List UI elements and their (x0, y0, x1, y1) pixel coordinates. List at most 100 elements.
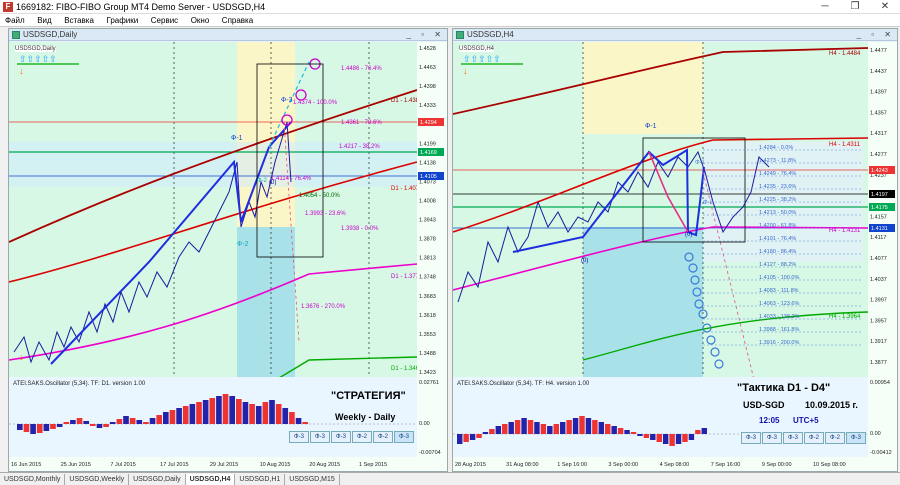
osc-bar (598, 422, 605, 434)
osc-bar (169, 410, 176, 424)
tab-h1[interactable]: USDSGD,H1 (235, 474, 286, 485)
wave-button[interactable]: Ф-3 (846, 432, 866, 444)
price-chart[interactable]: 1.4284 - 0.0% 1.4273 - 11.8% 1.4249 - 76.4… (453, 42, 897, 471)
price-tick: 1.4008 (419, 198, 436, 204)
fib-label: 1.4225 - 38.2% (759, 197, 796, 203)
menu-view[interactable]: Вид (32, 14, 56, 27)
menu-insert[interactable]: Вставка (59, 14, 99, 27)
menu-file[interactable]: Файл (0, 14, 30, 27)
price-tick: 1.4077 (870, 256, 887, 262)
osc-bar (514, 420, 521, 434)
wave-button[interactable]: Ф-3 (741, 432, 761, 444)
minimize-button[interactable]: ─ (810, 0, 840, 14)
chart-icon (12, 31, 20, 39)
wave-button[interactable]: Ф-2 (825, 432, 845, 444)
osc-bar (156, 415, 162, 424)
osc-bar (624, 430, 630, 434)
osc-bar (149, 418, 156, 424)
osc-bar (209, 398, 216, 424)
svg-text:1.4294: 1.4294 (420, 120, 437, 126)
fib-label: 1.4180 - 86.4% (759, 249, 796, 255)
price-tick: 1.4397 (870, 90, 887, 96)
wave-button[interactable]: Ф-3 (310, 431, 330, 443)
osc-bar (643, 434, 650, 438)
osc-bar (682, 434, 688, 442)
tab-m15[interactable]: USDSGD,M15 (285, 474, 340, 485)
price-tick: 1.3813 (419, 256, 436, 262)
date-tick: 20 Aug 2015 (309, 462, 340, 468)
wave-button[interactable]: Ф-2 (352, 431, 372, 443)
osc-bar (216, 396, 222, 424)
window-controls[interactable]: _ ▫ ✕ (407, 29, 445, 41)
close-button[interactable]: ✕ (870, 0, 900, 14)
svg-text:1.4105: 1.4105 (420, 174, 437, 180)
osc-bar (572, 418, 579, 434)
svg-text:⇧⇧⇧⇧⇧: ⇧⇧⇧⇧⇧ (463, 54, 501, 64)
osc-tick: 0.00 (419, 421, 430, 427)
menu-tools[interactable]: Сервис (146, 14, 183, 27)
osc-bar (592, 420, 598, 434)
svg-text:1.4169: 1.4169 (420, 150, 437, 156)
svg-text:1.4486 - 76.4%: 1.4486 - 76.4% (341, 66, 382, 72)
price-tick: 1.4138 (419, 160, 436, 166)
osc-bar (534, 422, 540, 434)
wave-button[interactable]: Ф-3 (394, 431, 414, 443)
osc-bar (463, 434, 469, 442)
menu-help[interactable]: Справка (217, 14, 258, 27)
svg-text:1.4131: 1.4131 (871, 226, 888, 232)
price-tick: 1.4277 (870, 152, 887, 158)
wave-button[interactable]: Ф-3 (331, 431, 351, 443)
chart-icon (456, 31, 464, 39)
date-tick: 1 Sep 16:00 (557, 462, 587, 468)
price-tick: 1.3423 (419, 370, 436, 376)
window-controls[interactable]: _ ▫ ✕ (857, 29, 895, 41)
osc-bar (136, 420, 143, 424)
oscillator-label: ATEI.SAKS.Oscillator (5,34). TF: H4. ver… (457, 381, 590, 387)
svg-text:1.4243: 1.4243 (871, 168, 888, 174)
svg-text:1.3938 - 0.0%: 1.3938 - 0.0% (341, 226, 379, 232)
svg-text:Ф-1: Ф-1 (231, 135, 243, 142)
tactic-title: "Тактика D1 - D4" (737, 382, 831, 394)
menu-charts[interactable]: Графики (101, 14, 143, 27)
fib-label: 1.4213 - 50.0% (759, 210, 796, 216)
date-tick: 10 Aug 2015 (260, 462, 291, 468)
osc-bar (476, 434, 482, 438)
osc-bar (611, 426, 617, 434)
chart-window-h4[interactable]: USDSGD,H4 _ ▫ ✕ 1.4284 - 0.0% 1.4273 - 11.… (452, 28, 898, 472)
svg-text:H4 - 1.4131: H4 - 1.4131 (829, 228, 861, 234)
osc-bar (189, 404, 196, 424)
svg-text:H4 - 1.4311: H4 - 1.4311 (829, 142, 861, 148)
fib-label: 1.4200 - 61.8% (759, 223, 796, 229)
osc-bar (289, 412, 295, 424)
osc-bar (222, 394, 229, 424)
svg-text:1.4114 - 76.4%: 1.4114 - 76.4% (271, 176, 312, 182)
osc-bar (143, 422, 149, 424)
wave-button[interactable]: Ф-2 (804, 432, 824, 444)
wave-button[interactable]: Ф-3 (783, 432, 803, 444)
svg-text:1.4374 - 100.0%: 1.4374 - 100.0% (293, 100, 338, 106)
menu-bar: Файл Вид Вставка Графики Сервис Окно Спр… (0, 14, 900, 27)
tab-daily[interactable]: USDSGD,Daily (129, 474, 186, 485)
osc-bar (675, 434, 682, 444)
maximize-button[interactable]: ❐ (840, 0, 870, 14)
chart-window-title: USDSGD,H4 _ ▫ ✕ (453, 29, 897, 41)
tab-monthly[interactable]: USDSGD,Monthly (0, 474, 66, 485)
chart-tabs: USDSGD,Monthly USDSGD,Weekly USDSGD,Daily U… (0, 472, 900, 485)
tab-h4[interactable]: USDSGD,H4 (185, 474, 236, 485)
price-tick: 1.4463 (419, 65, 436, 71)
price-chart[interactable]: 1.4486 - 76.4% 1.4374 - 100.0% 1.4361 - … (9, 42, 447, 471)
wave-button[interactable]: Ф-3 (289, 431, 309, 443)
osc-bar (23, 424, 30, 432)
wave-button[interactable]: Ф-3 (762, 432, 782, 444)
fib-circle (706, 335, 716, 345)
osc-bar (96, 424, 103, 428)
chart-window-daily[interactable]: USDSGD,Daily _ ▫ ✕ 1.4486 - 76.4% 1.4374 … (8, 28, 448, 472)
osc-bar (701, 428, 707, 434)
date-tick: 28 Aug 2015 (455, 462, 486, 468)
date-tick: 10 Sep 08:00 (813, 462, 846, 468)
tab-weekly[interactable]: USDSGD,Weekly (65, 474, 130, 485)
fib-label: 1.4105 - 100.0% (759, 275, 799, 281)
fib-circle (710, 347, 720, 357)
menu-window[interactable]: Окно (186, 14, 215, 27)
wave-button[interactable]: Ф-2 (373, 431, 393, 443)
